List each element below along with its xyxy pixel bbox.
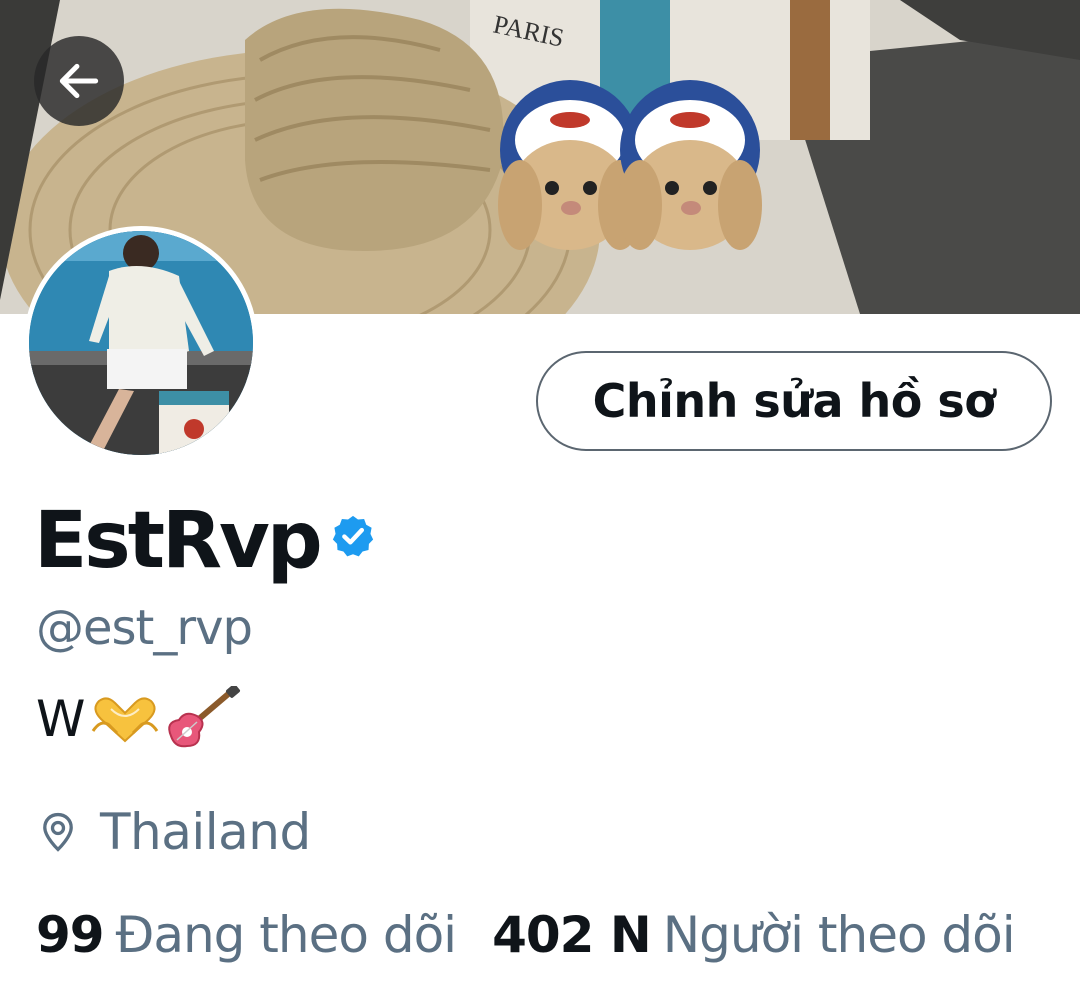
arrow-left-icon [59, 63, 99, 99]
followers-count: 402 N [492, 906, 652, 964]
following-count: 99 [36, 906, 105, 964]
location-text: Thailand [100, 803, 311, 861]
location-pin-icon [43, 812, 73, 852]
guitar-icon [168, 686, 241, 748]
location: Thailand [36, 800, 311, 864]
name-row: EstRvp [34, 496, 376, 586]
following-link[interactable]: 99 Đang theo dõi [36, 906, 457, 964]
verified-badge-icon[interactable] [330, 513, 376, 559]
followers-link[interactable]: 402 N Người theo dõi [492, 906, 1016, 964]
edit-profile-button[interactable]: Chỉnh sửa hồ sơ [536, 351, 1052, 451]
heart-hands-icon [92, 697, 159, 743]
following-label: Đang theo dõi [115, 906, 457, 964]
follow-stats: 99 Đang theo dõi 402 N Người theo dõi [36, 902, 1016, 968]
back-button[interactable] [34, 36, 124, 126]
bio: W [36, 684, 243, 754]
followers-label: Người theo dõi [662, 906, 1016, 964]
username-handle: @est_rvp [36, 600, 253, 656]
avatar[interactable] [24, 226, 258, 460]
display-name: EstRvp [34, 496, 323, 586]
bio-text: W [36, 690, 86, 748]
avatar-image [29, 231, 253, 455]
